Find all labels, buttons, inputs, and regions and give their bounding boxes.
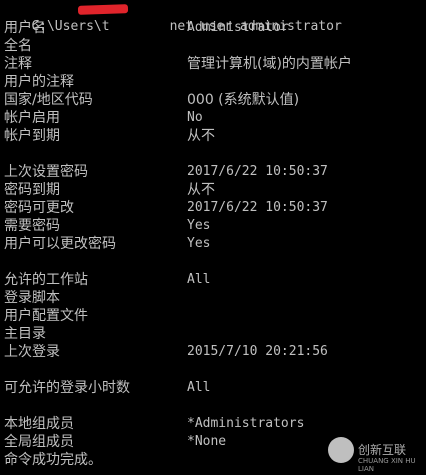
field-value: Yes bbox=[187, 218, 211, 233]
field-label: 用户名 bbox=[4, 20, 46, 36]
field-label: 全名 bbox=[4, 38, 32, 54]
field-label: 用户可以更改密码 bbox=[4, 236, 116, 252]
field-value: 从不 bbox=[187, 128, 215, 144]
field-value: All bbox=[187, 272, 211, 287]
field-label: 主目录 bbox=[4, 326, 46, 342]
field-value: Administrator bbox=[187, 20, 289, 35]
command-line: C:\Users\t net user administrator bbox=[0, 0, 341, 34]
field-label: 允许的工作站 bbox=[4, 272, 88, 288]
command-prompt-window[interactable]: C:\Users\t net user administrator 用户名 Admi… bbox=[0, 0, 426, 475]
field-label: 用户配置文件 bbox=[4, 308, 88, 324]
field-value: 2017/6/22 10:50:37 bbox=[187, 200, 328, 215]
field-label: 国家/地区代码 bbox=[4, 92, 93, 108]
field-label: 上次登录 bbox=[4, 344, 60, 360]
watermark-logo: 创新互联 CHUANG XIN HU LIAN bbox=[328, 435, 420, 473]
field-value: 2017/6/22 10:50:37 bbox=[187, 164, 328, 179]
field-label: 登录脚本 bbox=[4, 290, 60, 306]
field-label: 命令成功完成。 bbox=[4, 452, 102, 468]
field-label: 可允许的登录小时数 bbox=[4, 380, 130, 396]
field-label: 帐户到期 bbox=[4, 128, 60, 144]
field-value: 从不 bbox=[187, 182, 215, 198]
field-label: 用户的注释 bbox=[4, 74, 74, 90]
field-label: 注释 bbox=[4, 56, 32, 72]
watermark-subtitle: CHUANG XIN HU LIAN bbox=[358, 457, 416, 473]
field-label: 需要密码 bbox=[4, 218, 60, 234]
logo-icon bbox=[328, 437, 354, 463]
field-value: *Administrators bbox=[187, 416, 305, 431]
field-value: 2015/7/10 20:21:56 bbox=[187, 344, 328, 359]
field-value: Yes bbox=[187, 236, 211, 251]
field-value: All bbox=[187, 380, 211, 395]
field-value: 管理计算机(域)的内置帐户 bbox=[187, 56, 352, 72]
field-label: 密码到期 bbox=[4, 182, 60, 198]
redaction-mark bbox=[77, 4, 129, 15]
field-value: *None bbox=[187, 434, 227, 449]
field-label: 全局组成员 bbox=[4, 434, 74, 450]
field-value: 000 (系统默认值) bbox=[187, 92, 300, 108]
watermark-name: 创新互联 bbox=[358, 443, 407, 457]
field-value: No bbox=[187, 110, 203, 125]
field-label: 上次设置密码 bbox=[4, 164, 88, 180]
field-label: 本地组成员 bbox=[4, 416, 74, 432]
field-label: 帐户启用 bbox=[4, 110, 60, 126]
field-label: 密码可更改 bbox=[4, 200, 74, 216]
